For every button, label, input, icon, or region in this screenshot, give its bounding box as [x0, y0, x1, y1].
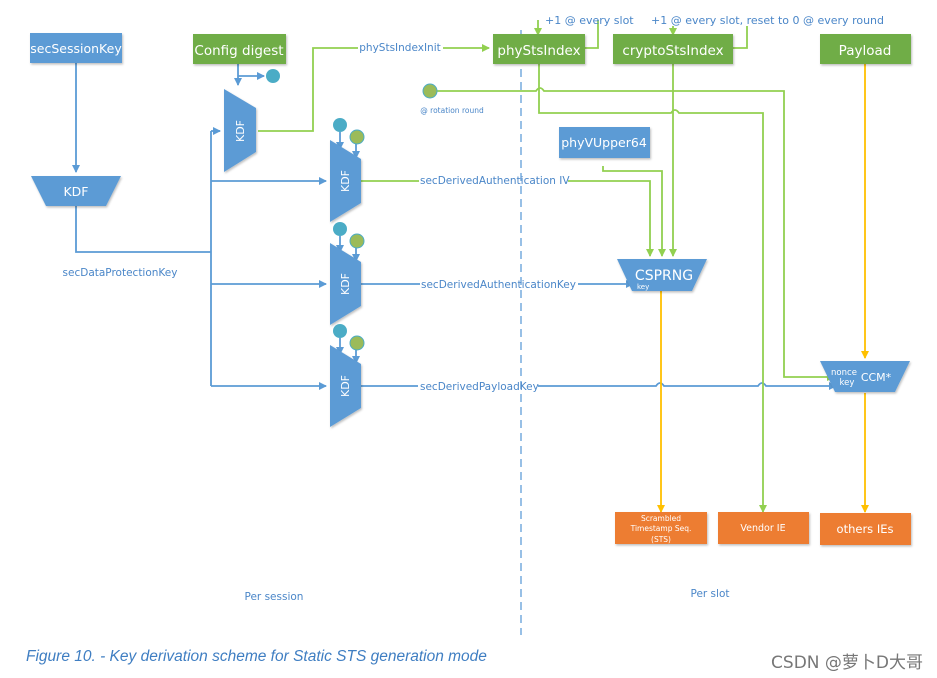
sts-output-line3: (STS): [651, 535, 671, 544]
csprng-key-port-label: key: [637, 283, 649, 291]
node-kdf-payload-label: KDF: [339, 375, 352, 397]
config-output-dot: [266, 69, 280, 83]
node-sec-session-key: secSessionKey: [30, 33, 122, 63]
node-vendor-ie: Vendor IE: [718, 512, 809, 544]
label-sec-data-protection-key: secDataProtectionKey: [63, 267, 178, 279]
region-per-session: Per session: [245, 591, 304, 603]
ccm-key-port-label: key: [840, 378, 855, 388]
label-sec-derived-auth-iv: secDerivedAuthentication IV: [420, 175, 570, 187]
node-kdf-auth-key-label: KDF: [339, 273, 352, 295]
node-csprng: CSPRNG key: [617, 259, 707, 291]
node-ccm: nonce key CCM*: [820, 361, 910, 392]
node-payload-label: Payload: [839, 43, 892, 59]
sts-output-line2: Timestamp Seq.: [630, 524, 692, 533]
label-phy-sts-index-init: phyStsIndexInit: [359, 42, 440, 54]
kdf-iv-config-dot: [333, 118, 347, 132]
label-rotation-round: @ rotation round: [420, 106, 484, 115]
key-derivation-diagram: secSessionKey Config digest phyStsIndex …: [30, 14, 911, 635]
node-kdf-config: KDF: [224, 89, 256, 172]
figure-caption: Figure 10. - Key derivation scheme for S…: [26, 648, 487, 665]
node-kdf-main: KDF: [31, 176, 121, 206]
node-crypto-sts-index-label: cryptoStsIndex: [622, 43, 723, 59]
node-phy-sts-index-label: phyStsIndex: [497, 43, 580, 59]
node-kdf-iv-label: KDF: [339, 170, 352, 192]
node-phy-v-upper64: phyVUpper64: [559, 127, 650, 158]
node-config-digest: Config digest: [193, 34, 286, 64]
label-sec-derived-payload-key: secDerivedPayloadKey: [420, 381, 539, 393]
node-other-ies: others IEs: [820, 513, 911, 545]
kdf-iv-rotation-dot: [349, 129, 365, 145]
kdf-auth-rotation-dot: [349, 233, 365, 249]
label-crypto-sts-increment: +1 @ every slot, reset to 0 @ every roun…: [651, 14, 884, 27]
node-sts-output: Scrambled Timestamp Seq. (STS): [615, 512, 707, 544]
node-payload: Payload: [820, 34, 911, 64]
node-kdf-main-label: KDF: [63, 184, 88, 199]
kdf-auth-config-dot: [333, 222, 347, 236]
node-sec-session-key-label: secSessionKey: [30, 41, 122, 56]
node-ccm-label: CCM*: [861, 371, 892, 384]
label-sec-derived-auth-key: secDerivedAuthenticationKey: [421, 279, 576, 291]
label-phy-sts-increment: +1 @ every slot: [545, 14, 634, 27]
node-csprng-label: CSPRNG: [635, 268, 693, 284]
node-config-digest-label: Config digest: [194, 43, 283, 59]
node-vendor-ie-label: Vendor IE: [740, 523, 785, 534]
region-per-slot: Per slot: [690, 588, 729, 600]
node-other-ies-label: others IEs: [837, 522, 894, 536]
edge-kdf-to-bus: [75, 200, 211, 253]
sts-output-line1: Scrambled: [641, 514, 681, 523]
ccm-nonce-port-label: nonce: [831, 368, 857, 378]
node-kdf-config-label: KDF: [234, 120, 247, 142]
edge-phy-v-upper-to-csprng: [602, 166, 666, 257]
node-crypto-sts-index: cryptoStsIndex: [613, 34, 733, 64]
kdf-payload-rotation-dot: [349, 335, 365, 351]
kdf-payload-config-dot: [333, 324, 347, 338]
rotation-round-dot: [422, 83, 438, 99]
edge-crypto-sts-loop: [733, 26, 748, 49]
node-phy-sts-index: phyStsIndex: [493, 34, 585, 64]
watermark: CSDN @萝卜D大哥: [771, 653, 923, 673]
node-phy-v-upper64-label: phyVUpper64: [561, 135, 647, 150]
